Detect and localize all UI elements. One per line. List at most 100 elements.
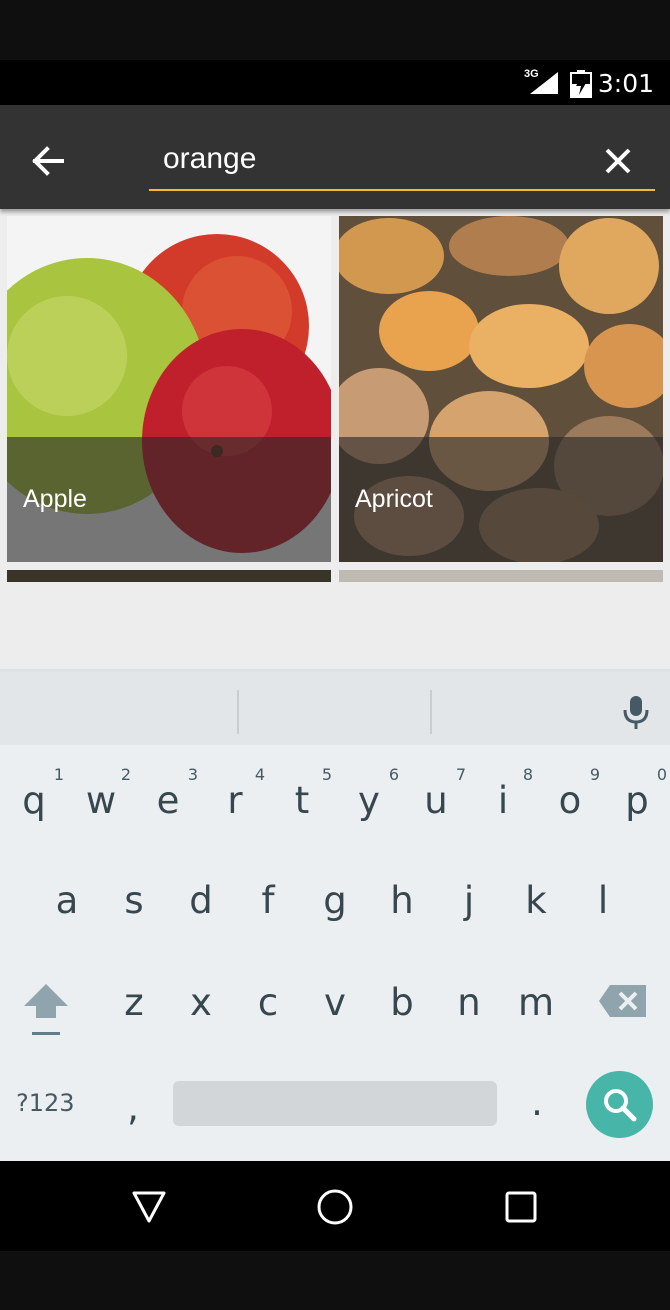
- arrow-left-icon: [32, 146, 64, 176]
- key-w[interactable]: w2: [81, 765, 131, 822]
- key-label: h: [390, 879, 414, 922]
- voice-input-button[interactable]: [612, 688, 660, 736]
- key-s[interactable]: s: [114, 879, 154, 922]
- back-button[interactable]: [22, 135, 74, 187]
- comma-key[interactable]: ,: [118, 1086, 148, 1129]
- key-label: u: [424, 779, 448, 822]
- search-icon: [603, 1088, 636, 1121]
- key-label: a: [55, 879, 79, 922]
- key-label: r: [227, 779, 243, 822]
- nav-recents-button[interactable]: [493, 1179, 549, 1235]
- key-hint: 2: [120, 765, 131, 784]
- key-z[interactable]: z: [114, 981, 154, 1024]
- key-d[interactable]: d: [181, 879, 221, 922]
- key-hint: 9: [589, 765, 600, 784]
- backspace-key[interactable]: [598, 983, 648, 1019]
- key-label: z: [124, 981, 144, 1024]
- nav-home-button[interactable]: [307, 1179, 363, 1235]
- symbols-key[interactable]: ?123: [16, 1089, 75, 1117]
- tile-caption: Apricot: [339, 437, 663, 562]
- clock: 3:01: [597, 69, 654, 98]
- key-p[interactable]: p0: [617, 765, 667, 822]
- key-label: s: [124, 879, 144, 922]
- result-tile[interactable]: [7, 570, 331, 582]
- key-hint: 4: [254, 765, 265, 784]
- search-field[interactable]: [149, 133, 655, 191]
- key-label: c: [257, 981, 279, 1024]
- key-label: k: [525, 879, 547, 922]
- navigation-bar: [0, 1161, 670, 1251]
- clear-search-button[interactable]: [592, 135, 644, 187]
- result-tile-apple[interactable]: Apple: [7, 216, 331, 562]
- search-toolbar: [0, 105, 670, 209]
- key-g[interactable]: g: [315, 879, 355, 922]
- key-label: b: [390, 981, 414, 1024]
- tile-label: Apricot: [355, 485, 433, 513]
- key-label: m: [517, 981, 555, 1024]
- key-hint: 3: [187, 765, 198, 784]
- key-b[interactable]: b: [382, 981, 422, 1024]
- shift-icon: [24, 984, 68, 1035]
- key-t[interactable]: t5: [282, 765, 332, 822]
- key-hint: 8: [522, 765, 533, 784]
- key-c[interactable]: c: [248, 981, 288, 1024]
- key-label: g: [323, 879, 347, 922]
- key-label: w: [85, 779, 117, 822]
- key-label: y: [358, 779, 380, 822]
- key-l[interactable]: l: [583, 879, 623, 922]
- space-key[interactable]: [173, 1081, 497, 1126]
- tile-label: Apple: [23, 485, 87, 513]
- key-label: t: [294, 779, 310, 822]
- key-h[interactable]: h: [382, 879, 422, 922]
- key-hint: 5: [321, 765, 332, 784]
- key-q[interactable]: q1: [14, 765, 64, 822]
- tile-caption: Apple: [7, 437, 331, 562]
- battery-charging-icon: [570, 70, 592, 98]
- key-label: d: [189, 879, 213, 922]
- backspace-icon: [599, 985, 646, 1017]
- key-j[interactable]: j: [449, 879, 489, 922]
- key-f[interactable]: f: [248, 879, 288, 922]
- key-hint: 1: [53, 765, 64, 784]
- key-label: j: [463, 879, 475, 922]
- key-y[interactable]: y6: [349, 765, 399, 822]
- key-o[interactable]: o9: [550, 765, 600, 822]
- key-i[interactable]: i8: [483, 765, 533, 822]
- key-m[interactable]: m: [516, 981, 556, 1024]
- key-n[interactable]: n: [449, 981, 489, 1024]
- key-e[interactable]: e3: [148, 765, 198, 822]
- key-v[interactable]: v: [315, 981, 355, 1024]
- result-tile[interactable]: [339, 570, 663, 582]
- microphone-icon: [623, 696, 649, 729]
- key-label: l: [597, 879, 609, 922]
- key-hint: 6: [388, 765, 399, 784]
- top-frame: [0, 0, 670, 60]
- key-label: v: [324, 981, 346, 1024]
- key-r[interactable]: r4: [215, 765, 265, 822]
- key-a[interactable]: a: [47, 879, 87, 922]
- nav-back-button[interactable]: [121, 1179, 177, 1235]
- search-input[interactable]: [163, 139, 583, 179]
- key-hint: 7: [455, 765, 466, 784]
- square-recents-icon: [505, 1191, 537, 1223]
- key-label: e: [156, 779, 180, 822]
- signal-icon: [530, 72, 558, 94]
- result-tile-apricot[interactable]: Apricot: [339, 216, 663, 562]
- suggestion-divider: [237, 690, 239, 734]
- key-label: q: [22, 779, 46, 822]
- suggestion-divider: [430, 690, 432, 734]
- shift-key[interactable]: [22, 982, 70, 1040]
- triangle-back-icon: [132, 1191, 166, 1223]
- suggestion-strip: [0, 669, 670, 745]
- close-icon: [605, 148, 631, 174]
- key-label: x: [190, 981, 212, 1024]
- period-key[interactable]: .: [522, 1081, 552, 1124]
- search-key[interactable]: [586, 1071, 653, 1138]
- soft-keyboard: ?123 , . q1w2e3r4t5y6u7i8o9p0asdfghjklzx…: [0, 669, 670, 1161]
- key-label: n: [457, 981, 481, 1024]
- key-x[interactable]: x: [181, 981, 221, 1024]
- key-u[interactable]: u7: [416, 765, 466, 822]
- key-label: f: [261, 879, 275, 922]
- key-k[interactable]: k: [516, 879, 556, 922]
- key-label: p: [625, 779, 649, 822]
